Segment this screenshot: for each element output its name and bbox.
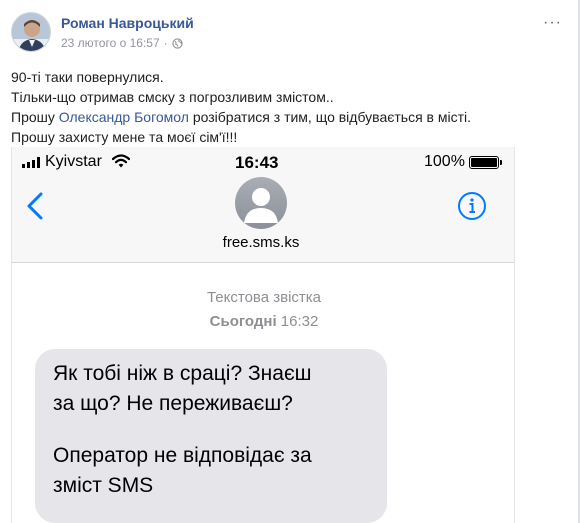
message-day: Сьогодні — [209, 313, 277, 330]
battery-tip — [500, 160, 502, 165]
message-date: Сьогодні 16:32 — [12, 313, 514, 330]
contact-name[interactable]: free.sms.ks — [12, 234, 514, 251]
post-text-line: Прошу Олександр Богомол розібратися з ти… — [11, 107, 571, 127]
messages-header: Kyivstar 16:43 100% free.sms.ks — [12, 147, 514, 263]
message-type-label: Текстова звістка — [206, 289, 322, 306]
battery-percent: 100% — [424, 153, 465, 170]
message-time: 16:32 — [280, 313, 319, 330]
post-text-line: Тільки-що отримав смску з погрозливим зм… — [11, 89, 334, 105]
attached-screenshot[interactable]: Kyivstar 16:43 100% free.sms.ks Текстова… — [11, 147, 515, 523]
chevron-left-icon[interactable] — [26, 192, 44, 220]
status-bar: Kyivstar 16:43 100% — [12, 152, 514, 174]
post-timestamp[interactable]: 23 лютого о 16:57 — [61, 36, 160, 50]
facebook-post: Роман Навроцький 23 лютого о 16:57 · ···… — [0, 0, 580, 523]
person-icon[interactable] — [235, 177, 287, 229]
info-icon[interactable] — [457, 191, 487, 221]
carrier-name: Kyivstar — [45, 153, 102, 170]
meta-separator: · — [163, 36, 168, 50]
author-avatar[interactable] — [11, 12, 51, 52]
author-name[interactable]: Роман Навроцький — [61, 15, 194, 31]
battery-icon — [469, 156, 499, 169]
status-time: 16:43 — [235, 153, 279, 172]
message-line: за що? Не переживаєш? — [53, 392, 293, 415]
globe-icon[interactable] — [171, 37, 183, 49]
post-text-line: 90-ті таки повернулися. — [11, 69, 164, 85]
more-options-icon[interactable]: ··· — [543, 14, 562, 32]
wifi-icon — [112, 154, 130, 168]
message-line: Як тобі ніж в сраці? Знаєш — [53, 362, 312, 385]
post-text-line: Прошу захисту мене та моєї сім'ї!!! — [11, 129, 238, 145]
signal-icon — [22, 157, 40, 168]
message-line: зміст SMS — [53, 474, 154, 497]
message-line: Оператор не відповідає за — [53, 444, 312, 467]
post-text-prefix: Прошу — [11, 109, 59, 125]
post-text-suffix: розібратися з тим, що відбувається в міс… — [188, 109, 472, 125]
post-meta: 23 лютого о 16:57 · — [61, 36, 183, 50]
message-bubble[interactable]: Як тобі ніж в сраці? Знаєш за що? Не пер… — [35, 349, 387, 523]
user-mention-link[interactable]: Олександр Богомол — [59, 109, 189, 125]
post-text: 90-ті таки повернулися. Тільки-що отрима… — [11, 67, 571, 147]
